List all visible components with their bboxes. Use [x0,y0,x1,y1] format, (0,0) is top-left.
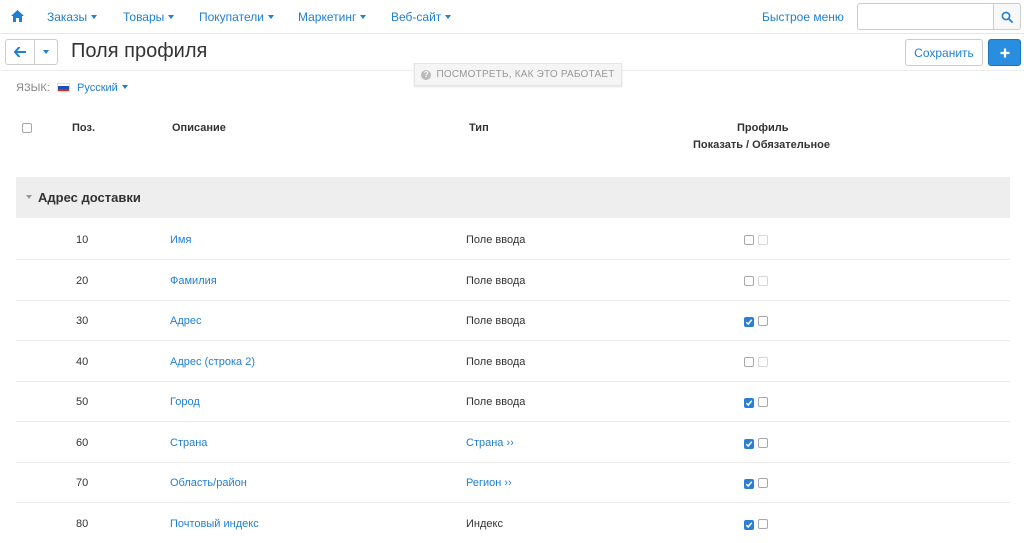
row-pos: 60 [76,437,89,449]
show-checkbox[interactable] [744,520,754,530]
required-checkbox[interactable] [758,438,768,448]
show-checkbox[interactable] [744,357,754,367]
chevron-down-icon [360,15,367,19]
row-description-link[interactable]: Адрес [170,315,202,327]
row-type: Поле ввода [466,396,526,408]
checkmark-icon [745,441,753,448]
nav-orders[interactable]: Заказы [47,10,98,24]
header-profile: Профиль [737,122,789,134]
table-row: 70 Область/район Регион ›› [16,462,1010,503]
row-description-link[interactable]: Адрес (строка 2) [170,356,255,368]
row-pos: 80 [76,518,89,530]
checkmark-icon [745,400,753,407]
required-checkbox[interactable] [758,276,768,286]
row-pos: 10 [76,234,89,246]
plus-icon [1000,48,1009,57]
nav-customers[interactable]: Покупатели [199,10,274,24]
required-checkbox[interactable] [758,519,768,529]
checkmark-icon [745,319,753,326]
row-description-link[interactable]: Область/район [170,477,247,489]
table-row: 10 Имя Поле ввода [16,219,1010,260]
chevron-down-icon [43,50,49,54]
back-button[interactable] [5,39,35,65]
show-checkbox[interactable] [744,235,754,245]
chevron-down-icon [168,15,175,19]
search-icon [1001,11,1013,23]
header-type[interactable]: Тип [469,122,489,134]
table-row: 60 Страна Страна ›› [16,422,1010,463]
show-checkbox[interactable] [744,398,754,408]
required-checkbox[interactable] [758,357,768,367]
header-description[interactable]: Описание [172,122,226,134]
nav-products[interactable]: Товары [123,10,175,24]
row-type: Индекс [466,518,503,530]
question-icon: ? [421,69,432,80]
show-checkbox[interactable] [744,439,754,449]
show-checkbox[interactable] [744,479,754,489]
chevron-down-icon [121,85,128,89]
row-description-link[interactable]: Страна [170,437,207,449]
row-type: Поле ввода [466,356,526,368]
required-checkbox[interactable] [758,235,768,245]
row-pos: 50 [76,396,89,408]
group-header[interactable]: Адрес доставки [16,177,1010,218]
row-description-link[interactable]: Город [170,396,200,408]
row-description-link[interactable]: Фамилия [170,275,217,287]
required-checkbox[interactable] [758,397,768,407]
row-description-link[interactable]: Имя [170,234,191,246]
table-row: 20 Фамилия Поле ввода [16,260,1010,301]
how-it-works-button[interactable]: ? ПОСМОТРЕТЬ, КАК ЭТО РАБОТАЕТ [414,63,622,86]
search-input[interactable] [857,3,994,30]
required-checkbox[interactable] [758,316,768,326]
row-pos: 30 [76,315,89,327]
checkmark-icon [745,481,753,488]
nav-marketing[interactable]: Маркетинг [298,10,367,24]
page-title: Поля профиля [71,40,208,62]
group-title: Адрес доставки [38,190,141,205]
chevron-down-icon [91,15,98,19]
chevron-down-icon [445,15,452,19]
table-row: 40 Адрес (строка 2) Поле ввода [16,341,1010,382]
search-button[interactable] [993,3,1021,30]
russian-flag-icon [57,83,70,92]
chevron-down-icon [26,195,32,199]
table-row: 50 Город Поле ввода [16,381,1010,422]
how-it-works-label: ПОСМОТРЕТЬ, КАК ЭТО РАБОТАЕТ [436,69,615,80]
row-description-link[interactable]: Почтовый индекс [170,518,259,530]
checkmark-icon [745,522,753,529]
history-dropdown-button[interactable] [34,39,58,65]
row-pos: 40 [76,356,89,368]
row-type: Поле ввода [466,275,526,287]
show-checkbox[interactable] [744,317,754,327]
arrow-left-icon [14,47,26,57]
home-icon[interactable] [11,10,24,22]
nav-website[interactable]: Веб-сайт [391,10,452,24]
save-button[interactable]: Сохранить [905,39,983,66]
required-checkbox[interactable] [758,478,768,488]
select-all-checkbox[interactable] [22,123,32,133]
add-button[interactable] [988,39,1021,66]
row-pos: 70 [76,477,89,489]
table-row: 30 Адрес Поле ввода [16,300,1010,341]
show-checkbox[interactable] [744,276,754,286]
chevron-down-icon [267,15,274,19]
row-type: Поле ввода [466,315,526,327]
row-type-link[interactable]: Страна ›› [466,437,514,449]
language-label: ЯЗЫК: [16,82,50,94]
top-navbar: Заказы Товары Покупатели Маркетинг Веб-с… [0,0,1024,34]
language-select[interactable]: Русский [77,82,128,94]
row-type-link[interactable]: Регион ›› [466,477,512,489]
header-profile-sub: Показать / Обязательное [693,139,830,151]
row-pos: 20 [76,275,89,287]
quick-menu-link[interactable]: Быстрое меню [762,10,844,24]
table-row: 80 Почтовый индекс Индекс [16,503,1010,543]
header-pos[interactable]: Поз. [72,122,95,134]
row-type: Поле ввода [466,234,526,246]
